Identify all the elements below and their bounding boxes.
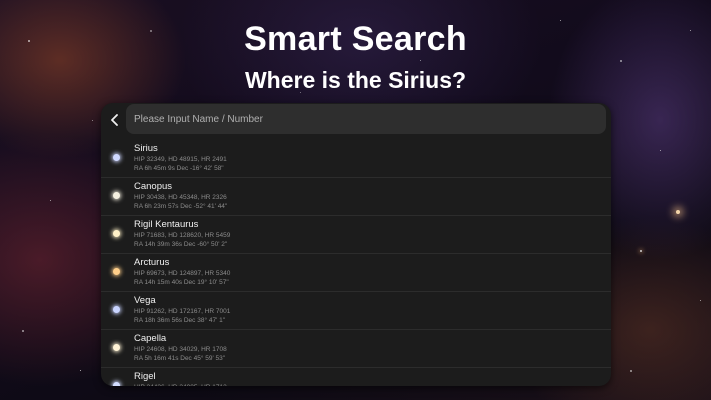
result-list: Sirius HIP 32349, HD 48915, HR 2491 RA 6h … (101, 140, 611, 386)
star-name: Rigil Kentaurus (134, 219, 199, 230)
star-catalog-ids: HIP 32349, HD 48915, HR 2491 (134, 156, 227, 163)
result-row[interactable]: Rigel HIP 24436, HD 34085, HR 1713 (101, 368, 611, 386)
star-icon (113, 192, 120, 199)
star-coordinates: RA 6h 23m 57s Dec -52° 41' 44" (134, 203, 228, 210)
result-row[interactable]: Vega HIP 91262, HD 172167, HR 7001 RA 18h … (101, 292, 611, 330)
star-icon (113, 382, 120, 386)
star-catalog-ids: HIP 24436, HD 34085, HR 1713 (134, 384, 227, 386)
result-row[interactable]: Capella HIP 24608, HD 34029, HR 1708 RA 5h… (101, 330, 611, 368)
star-icon (113, 154, 120, 161)
result-row[interactable]: Sirius HIP 32349, HD 48915, HR 2491 RA 6h … (101, 140, 611, 178)
star-icon (113, 268, 120, 275)
star-name: Arcturus (134, 257, 170, 268)
star-icon (113, 230, 120, 237)
search-input[interactable] (126, 104, 606, 134)
chevron-left-icon (111, 114, 118, 126)
back-button[interactable] (103, 103, 127, 137)
star-coordinates: RA 5h 16m 41s Dec 45° 59' 53" (134, 355, 226, 362)
hero-title: Smart Search (244, 20, 467, 58)
star-name: Canopus (134, 181, 173, 192)
star-catalog-ids: HIP 24608, HD 34029, HR 1708 (134, 346, 227, 353)
star-coordinates: RA 6h 45m 9s Dec -16° 42' 58" (134, 165, 224, 172)
search-panel: Sirius HIP 32349, HD 48915, HR 2491 RA 6h … (101, 103, 611, 386)
star-catalog-ids: HIP 69673, HD 124897, HR 5340 (134, 270, 231, 277)
star-icon (113, 344, 120, 351)
search-bar (101, 103, 611, 137)
result-row[interactable]: Arcturus HIP 69673, HD 124897, HR 5340 RA … (101, 254, 611, 292)
star-catalog-ids: HIP 30438, HD 45348, HR 2326 (134, 194, 227, 201)
result-row[interactable]: Canopus HIP 30438, HD 45348, HR 2326 RA 6h… (101, 178, 611, 216)
star-name: Capella (134, 333, 167, 344)
result-row[interactable]: Rigil Kentaurus HIP 71683, HD 128620, HR … (101, 216, 611, 254)
star-coordinates: RA 18h 36m 56s Dec 38° 47' 1" (134, 317, 226, 324)
star-name: Sirius (134, 143, 158, 154)
star-name: Vega (134, 295, 156, 306)
star-catalog-ids: HIP 91262, HD 172167, HR 7001 (134, 308, 231, 315)
star-coordinates: RA 14h 39m 36s Dec -60° 50' 2" (134, 241, 228, 248)
hero-subtitle: Where is the Sirius? (244, 67, 467, 93)
star-coordinates: RA 14h 15m 40s Dec 19° 10' 57" (134, 279, 229, 286)
star-catalog-ids: HIP 71683, HD 128620, HR 5459 (134, 232, 231, 239)
star-icon (113, 306, 120, 313)
star-name: Rigel (134, 371, 156, 382)
